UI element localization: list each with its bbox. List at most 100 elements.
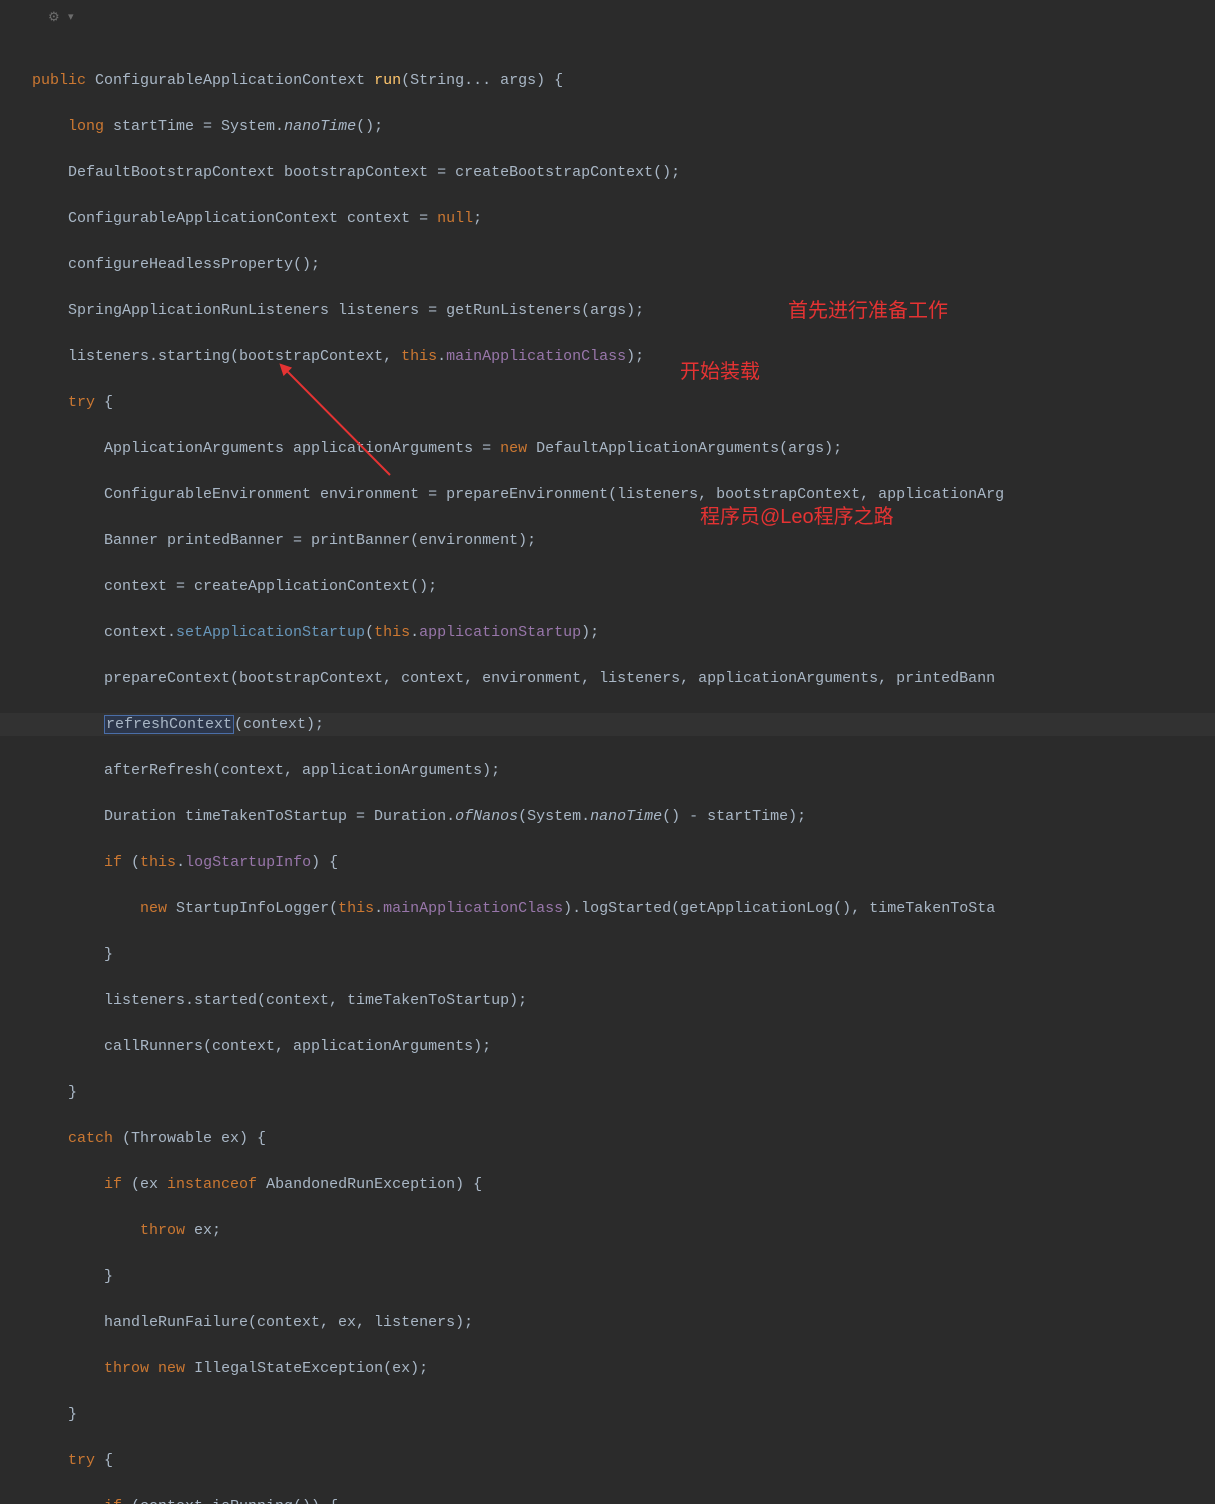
text: { <box>95 1452 113 1469</box>
text: afterRefresh(context, applicationArgumen… <box>104 762 500 779</box>
text: Duration timeTakenToStartup = Duration. <box>104 808 455 825</box>
text: ( <box>365 624 374 641</box>
annotation-prepare: 首先进行准备工作 <box>788 294 948 323</box>
text: ); <box>581 624 599 641</box>
text: handleRunFailure(context, ex, listeners)… <box>104 1314 473 1331</box>
keyword: null <box>437 210 473 227</box>
text: { <box>95 394 113 411</box>
code-line[interactable]: throw ex; <box>0 1219 1215 1242</box>
code-line[interactable]: callRunners(context, applicationArgument… <box>0 1035 1215 1058</box>
text: . <box>374 900 383 917</box>
text: listeners.starting(bootstrapContext, <box>68 348 401 365</box>
code-line[interactable]: Banner printedBanner = printBanner(envir… <box>0 529 1215 552</box>
gutter-override-icon[interactable]: ⚙ <box>48 6 60 29</box>
text: (Throwable ex) { <box>113 1130 266 1147</box>
text: AbandonedRunException) { <box>257 1176 482 1193</box>
keyword: throw <box>104 1360 149 1377</box>
text: context = createApplicationContext(); <box>104 578 437 595</box>
code-line-highlighted[interactable]: refreshContext(context); <box>0 713 1215 736</box>
text: } <box>104 1268 113 1285</box>
annotation-signature: 程序员@Leo程序之路 <box>700 500 894 529</box>
code-line[interactable]: if (ex instanceof AbandonedRunException)… <box>0 1173 1215 1196</box>
code-line[interactable]: public ConfigurableApplicationContext ru… <box>0 69 1215 92</box>
static-call: nanoTime <box>590 808 662 825</box>
code-line[interactable]: } <box>0 1081 1215 1104</box>
keyword: new <box>140 900 167 917</box>
keyword: this <box>338 900 374 917</box>
keyword: instanceof <box>167 1176 257 1193</box>
text: ( <box>122 854 140 871</box>
text: Banner printedBanner = printBanner(envir… <box>104 532 536 549</box>
code-line[interactable]: } <box>0 1265 1215 1288</box>
static-call: ofNanos <box>455 808 518 825</box>
keyword: new <box>158 1360 185 1377</box>
gutter-chevron-icon[interactable]: ▾ <box>68 7 74 30</box>
code-line[interactable]: handleRunFailure(context, ex, listeners)… <box>0 1311 1215 1334</box>
text: ).logStarted(getApplicationLog(), timeTa… <box>563 900 995 917</box>
text: (); <box>356 118 383 135</box>
code-line[interactable]: afterRefresh(context, applicationArgumen… <box>0 759 1215 782</box>
text: ); <box>626 348 644 365</box>
type: ConfigurableApplicationContext <box>95 72 365 89</box>
selected-text: refreshContext <box>104 715 234 734</box>
code-line[interactable]: long startTime = System.nanoTime(); <box>0 115 1215 138</box>
keyword: throw <box>140 1222 185 1239</box>
code-line[interactable]: SpringApplicationRunListeners listeners … <box>0 299 1215 322</box>
code-line[interactable]: throw new IllegalStateException(ex); <box>0 1357 1215 1380</box>
text: ; <box>473 210 482 227</box>
code-editor[interactable]: ⚙ ▾ public ConfigurableApplicationContex… <box>0 0 1215 1504</box>
text: (ex <box>122 1176 167 1193</box>
code-line[interactable]: configureHeadlessProperty(); <box>0 253 1215 276</box>
text: StartupInfoLogger( <box>167 900 338 917</box>
text: () - startTime); <box>662 808 806 825</box>
method-name: run <box>374 72 401 89</box>
code-line[interactable]: Duration timeTakenToStartup = Duration.o… <box>0 805 1215 828</box>
keyword: if <box>104 1176 122 1193</box>
code-line[interactable]: } <box>0 1403 1215 1426</box>
code-line[interactable]: ApplicationArguments applicationArgument… <box>0 437 1215 460</box>
text: . <box>437 348 446 365</box>
text: (context.isRunning()) { <box>122 1498 338 1504</box>
text: } <box>68 1406 77 1423</box>
text: } <box>68 1084 77 1101</box>
code-line[interactable]: DefaultBootstrapContext bootstrapContext… <box>0 161 1215 184</box>
code-line[interactable]: if (this.logStartupInfo) { <box>0 851 1215 874</box>
code-line[interactable]: } <box>0 943 1215 966</box>
keyword: try <box>68 1452 95 1469</box>
field: mainApplicationClass <box>383 900 563 917</box>
static-call: nanoTime <box>284 118 356 135</box>
text: (System. <box>518 808 590 825</box>
text: ApplicationArguments applicationArgument… <box>104 440 500 457</box>
text: prepareContext(bootstrapContext, context… <box>104 670 995 687</box>
code-line[interactable]: context = createApplicationContext(); <box>0 575 1215 598</box>
text: SpringApplicationRunListeners listeners … <box>68 302 644 319</box>
keyword: try <box>68 394 95 411</box>
code-line[interactable]: listeners.starting(bootstrapContext, thi… <box>0 345 1215 368</box>
text: startTime = System. <box>104 118 284 135</box>
method-call: setApplicationStartup <box>176 624 365 641</box>
keyword: this <box>401 348 437 365</box>
field: logStartupInfo <box>185 854 311 871</box>
code-line[interactable]: listeners.started(context, timeTakenToSt… <box>0 989 1215 1012</box>
text: callRunners(context, applicationArgument… <box>104 1038 491 1055</box>
keyword: public <box>32 72 86 89</box>
annotation-load: 开始装载 <box>680 355 760 384</box>
keyword: if <box>104 854 122 871</box>
text: IllegalStateException(ex); <box>185 1360 428 1377</box>
code-line[interactable]: context.setApplicationStartup(this.appli… <box>0 621 1215 644</box>
text: . <box>410 624 419 641</box>
code-line[interactable]: prepareContext(bootstrapContext, context… <box>0 667 1215 690</box>
keyword: if <box>104 1498 122 1504</box>
code-line[interactable]: try { <box>0 391 1215 414</box>
code-line[interactable]: if (context.isRunning()) { <box>0 1495 1215 1504</box>
code-line[interactable]: ConfigurableApplicationContext context =… <box>0 207 1215 230</box>
params: (String... args) { <box>401 72 563 89</box>
text: } <box>104 946 113 963</box>
code-line[interactable]: catch (Throwable ex) { <box>0 1127 1215 1150</box>
code-line[interactable]: ConfigurableEnvironment environment = pr… <box>0 483 1215 506</box>
text: . <box>176 854 185 871</box>
code-line[interactable]: new StartupInfoLogger(this.mainApplicati… <box>0 897 1215 920</box>
keyword: new <box>500 440 527 457</box>
text: configureHeadlessProperty(); <box>68 256 320 273</box>
code-line[interactable]: try { <box>0 1449 1215 1472</box>
